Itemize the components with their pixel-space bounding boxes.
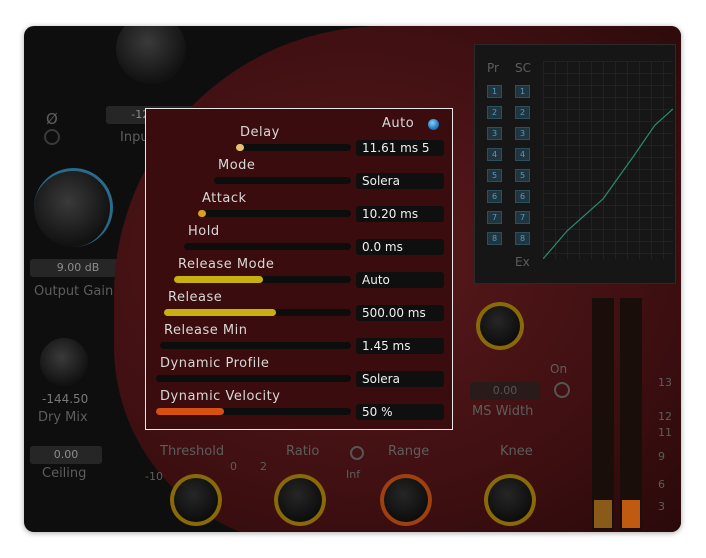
ratio-max-label: Inf: [346, 468, 361, 481]
attack-label: Attack: [202, 191, 247, 206]
mode-label: Mode: [218, 158, 256, 173]
hold-label: Hold: [188, 224, 220, 239]
transfer-graph: Pr SC 12345678 12345678 Ex: [474, 44, 676, 284]
attack-slider-fill: [198, 210, 206, 217]
dry-mix-label: Dry Mix: [38, 410, 88, 425]
mode-value[interactable]: Solera: [356, 173, 444, 189]
ratio-knob[interactable]: [274, 474, 326, 526]
release-label: Release: [168, 290, 223, 305]
pre-band-button-1[interactable]: 1: [487, 85, 502, 98]
plugin-window: -12.00 dB Input Gain Ø 9.00 dB Output Ga…: [24, 26, 681, 532]
release-min-slider[interactable]: [160, 342, 351, 349]
ratio-label: Ratio: [286, 444, 320, 459]
range-knob[interactable]: [380, 474, 432, 526]
sc-band-button-6[interactable]: 6: [515, 190, 530, 203]
release-min-value[interactable]: 1.45 ms: [356, 338, 444, 354]
delay-slider-fill: [236, 144, 244, 151]
release-mode-slider-fill: [174, 276, 263, 283]
auto-label: Auto: [382, 116, 415, 131]
advanced-settings-panel: Auto Delay 11.61 ms 5 Mode Solera Attack 10.2…: [145, 108, 453, 430]
release-slider-fill: [164, 309, 277, 316]
release-slider[interactable]: [164, 309, 351, 316]
threshold-label: Threshold: [160, 444, 225, 459]
output-gain-knob[interactable]: [34, 168, 113, 247]
release-value[interactable]: 500.00 ms: [356, 305, 444, 321]
pre-band-button-3[interactable]: 3: [487, 127, 502, 140]
meter-scale-13: 13: [658, 376, 672, 389]
dynamic-profile-slider[interactable]: [156, 375, 351, 382]
output-gain-label: Output Gain: [34, 284, 114, 299]
dry-mix-knob[interactable]: [40, 338, 88, 386]
pre-band-button-7[interactable]: 7: [487, 211, 502, 224]
sc-band-button-1[interactable]: 1: [515, 85, 530, 98]
pre-band-button-8[interactable]: 8: [487, 232, 502, 245]
dynamic-velocity-label: Dynamic Velocity: [160, 389, 281, 404]
delay-value[interactable]: 11.61 ms 5: [356, 140, 444, 156]
input-gain-knob[interactable]: [116, 26, 186, 84]
attack-value[interactable]: 10.20 ms: [356, 206, 444, 222]
meter-scale-12: 12: [658, 410, 672, 423]
threshold-min-label: -10: [145, 470, 163, 483]
threshold-max-label: 0: [230, 460, 237, 473]
range-label: Range: [388, 444, 430, 459]
dynamic-velocity-value[interactable]: 50 %: [356, 404, 444, 420]
graph-grid: [543, 61, 673, 259]
release-mode-slider[interactable]: [174, 276, 351, 283]
sc-band-button-4[interactable]: 4: [515, 148, 530, 161]
knee-knob[interactable]: [484, 474, 536, 526]
meter-scale-9: 9: [658, 450, 665, 463]
dynamic-profile-value[interactable]: Solera: [356, 371, 444, 387]
sc-band-button-7[interactable]: 7: [515, 211, 530, 224]
mode-slider[interactable]: [214, 177, 351, 184]
phase-toggle[interactable]: [44, 129, 60, 145]
release-mode-label: Release Mode: [178, 257, 275, 272]
graph-ex-label: Ex: [515, 255, 530, 269]
phase-icon[interactable]: Ø: [46, 110, 58, 128]
ratio-min-label: 2: [260, 460, 267, 473]
dry-mix-value[interactable]: -144.50: [42, 392, 88, 406]
ceiling-value[interactable]: 0.00: [30, 446, 102, 464]
ms-width-label: MS Width: [472, 404, 534, 419]
dynamic-profile-label: Dynamic Profile: [160, 356, 270, 371]
hold-value[interactable]: 0.0 ms: [356, 239, 444, 255]
auto-led-toggle[interactable]: [428, 119, 439, 130]
pre-band-button-2[interactable]: 2: [487, 106, 502, 119]
output-gain-value[interactable]: 9.00 dB: [30, 259, 126, 277]
dynamic-velocity-slider-fill: [156, 408, 225, 415]
hold-slider[interactable]: [184, 243, 351, 250]
ms-on-toggle[interactable]: [554, 382, 570, 398]
level-meter-right-fill: [622, 500, 640, 528]
delay-slider[interactable]: [236, 144, 351, 151]
ceiling-label: Ceiling: [42, 466, 87, 481]
ratio-toggle[interactable]: [350, 446, 364, 460]
knee-label: Knee: [500, 444, 533, 459]
release-mode-value[interactable]: Auto: [356, 272, 444, 288]
sc-band-button-2[interactable]: 2: [515, 106, 530, 119]
graph-sc-label: SC: [515, 61, 531, 75]
graph-pre-label: Pr: [487, 61, 499, 75]
meter-scale-3: 3: [658, 500, 665, 513]
ms-width-knob[interactable]: [476, 302, 524, 350]
meter-scale-6: 6: [658, 478, 665, 491]
sc-band-button-3[interactable]: 3: [515, 127, 530, 140]
sc-band-button-8[interactable]: 8: [515, 232, 530, 245]
level-meter-left: [592, 298, 614, 530]
attack-slider[interactable]: [198, 210, 351, 217]
level-meter-right: [620, 298, 642, 530]
sc-band-button-5[interactable]: 5: [515, 169, 530, 182]
ms-width-value[interactable]: 0.00: [470, 382, 540, 400]
meter-scale-11: 11: [658, 426, 672, 439]
delay-label: Delay: [240, 125, 280, 140]
ms-on-label: On: [550, 362, 568, 376]
level-meter-left-fill: [594, 500, 612, 528]
pre-band-button-6[interactable]: 6: [487, 190, 502, 203]
pre-band-button-4[interactable]: 4: [487, 148, 502, 161]
pre-band-button-5[interactable]: 5: [487, 169, 502, 182]
dynamic-velocity-slider[interactable]: [156, 408, 351, 415]
release-min-label: Release Min: [164, 323, 248, 338]
threshold-knob[interactable]: [170, 474, 222, 526]
